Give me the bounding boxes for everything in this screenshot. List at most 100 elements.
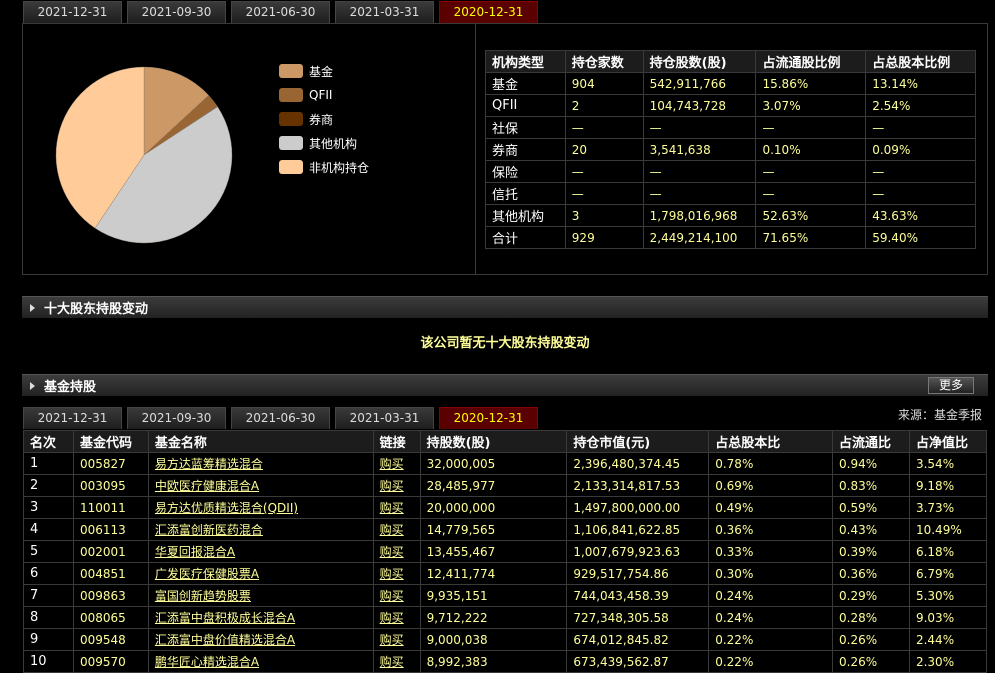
buy-link[interactable]: 购买 (380, 479, 404, 493)
table-cell: 9,935,151 (419, 584, 568, 607)
header-row: 机构类型 持仓家数 持仓股数(股) 占流通股比例 占总股本比例 (485, 50, 976, 73)
table-cell: 基金 (485, 72, 566, 95)
fund-name-link[interactable]: 富国创新趋势股票 (155, 589, 251, 603)
buy-link[interactable]: 购买 (380, 589, 404, 603)
table-row: 2 003095 中欧医疗健康混合A 购买 28,485,977 2,133,314,81… (23, 474, 988, 497)
fund-tab-2021-12-31[interactable]: 2021-12-31 (23, 407, 122, 429)
fund-tab-2020-12-31[interactable]: 2020-12-31 (439, 407, 538, 429)
table-cell: 20 (564, 138, 644, 161)
expand-triangle-icon (30, 381, 35, 390)
buy-link[interactable]: 购买 (380, 457, 404, 471)
table-cell: 0.69% (708, 474, 834, 497)
legend-item: 其他机构 (279, 131, 369, 155)
table-row: 合计 929 2,449,214,100 71.65% 59.40% (485, 226, 976, 249)
table-cell: 2,396,480,374.45 (566, 452, 710, 475)
table-cell: 10 (23, 650, 74, 673)
table-cell: 13,455,467 (419, 540, 568, 563)
column-header: 占流通股比例 (755, 50, 867, 73)
column-header: 链接 (372, 430, 421, 453)
legend-item: 券商 (279, 107, 369, 131)
fund-tab-2021-03-31[interactable]: 2021-03-31 (335, 407, 434, 429)
table-cell: — (755, 182, 867, 205)
table-cell: 59.40% (865, 226, 976, 249)
legend-swatch (279, 64, 303, 78)
table-row: 3 110011 易方达优质精选混合(QDII) 购买 20,000,000 1,497,… (23, 496, 988, 519)
table-cell: 0.29% (832, 584, 910, 607)
buy-link[interactable]: 购买 (380, 567, 404, 581)
fund-tab-2021-09-30[interactable]: 2021-09-30 (127, 407, 226, 429)
table-row: 10 009570 鹏华匠心精选混合A 购买 8,992,383 673,439,562.… (23, 650, 988, 673)
table-row: 4 006113 汇添富创新医药混合 购买 14,779,565 1,106,841,62… (23, 518, 988, 541)
table-cell: 信托 (485, 182, 566, 205)
table-row: 8 008065 汇添富中盘积极成长混合A 购买 9,712,222 727,348,30… (23, 606, 988, 629)
tab-2021-09-30[interactable]: 2021-09-30 (127, 1, 226, 23)
header-row: 名次 基金代码 基金名称 链接 持股数(股) 持仓市值(元) 占总股本比 占流通比 占净值比 (23, 430, 988, 453)
column-header: 持仓家数 (564, 50, 644, 73)
table-cell: 0.26% (832, 650, 910, 673)
table-cell: 110011 (72, 496, 149, 519)
fund-name-link[interactable]: 汇添富创新医药混合 (155, 523, 263, 537)
table-cell: 744,043,458.39 (566, 584, 710, 607)
column-header: 基金名称 (147, 430, 374, 453)
buy-link[interactable]: 购买 (380, 523, 404, 537)
table-cell: 7 (23, 584, 74, 607)
buy-link[interactable]: 购买 (380, 611, 404, 625)
fund-name-link[interactable]: 鹏华匠心精选混合A (155, 655, 259, 669)
table-cell: 004851 (72, 562, 149, 585)
fund-name-link[interactable]: 广发医疗保健股票A (155, 567, 259, 581)
fund-name-link[interactable]: 易方达蓝筹精选混合 (155, 457, 263, 471)
table-cell: 保险 (485, 160, 566, 183)
table-cell: 1,106,841,622.85 (566, 518, 710, 541)
table-cell: 9.18% (908, 474, 988, 497)
tab-2021-12-31[interactable]: 2021-12-31 (23, 1, 122, 23)
buy-link[interactable]: 购买 (380, 501, 404, 515)
table-cell: 9 (23, 628, 74, 651)
table-cell: 0.09% (865, 138, 976, 161)
fund-name-link[interactable]: 易方达优质精选混合(QDII) (155, 501, 298, 515)
table-cell: 0.24% (708, 606, 834, 629)
column-header: 持仓股数(股) (642, 50, 757, 73)
table-cell: 0.10% (755, 138, 867, 161)
section-top10-holders-change[interactable]: 十大股东持股变动 (22, 296, 988, 318)
table-cell: 6.18% (908, 540, 988, 563)
table-cell: 009863 (72, 584, 149, 607)
column-header: 占净值比 (908, 430, 988, 453)
column-header: 占总股本比 (708, 430, 834, 453)
table-cell: 727,348,305.58 (566, 606, 710, 629)
table-cell: 10.49% (908, 518, 988, 541)
column-header: 持仓市值(元) (566, 430, 710, 453)
fund-name-link[interactable]: 汇添富中盘积极成长混合A (155, 611, 295, 625)
table-cell: 0.30% (708, 562, 834, 585)
buy-link[interactable]: 购买 (380, 655, 404, 669)
fund-name-link[interactable]: 汇添富中盘价值精选混合A (155, 633, 295, 647)
table-row: 其他机构 3 1,798,016,968 52.63% 43.63% (485, 204, 976, 227)
section-fund-holdings[interactable]: 基金持股 更多 (22, 374, 988, 396)
table-cell: 2 (564, 94, 644, 117)
legend-label: 券商 (309, 112, 334, 127)
fund-tab-2021-06-30[interactable]: 2021-06-30 (231, 407, 330, 429)
column-header: 占总股本比例 (865, 50, 976, 73)
buy-link[interactable]: 购买 (380, 545, 404, 559)
table-cell: 券商 (485, 138, 566, 161)
table-cell: 0.59% (832, 496, 910, 519)
table-cell: 1,798,016,968 (642, 204, 757, 227)
table-cell: 0.36% (832, 562, 910, 585)
table-cell: 2,133,314,817.53 (566, 474, 710, 497)
table-cell: — (865, 116, 976, 139)
table-cell: 0.24% (708, 584, 834, 607)
buy-link[interactable]: 购买 (380, 633, 404, 647)
section-title: 基金持股 (44, 380, 97, 395)
tab-2020-12-31[interactable]: 2020-12-31 (439, 1, 538, 23)
fund-holdings-table: 名次 基金代码 基金名称 链接 持股数(股) 持仓市值(元) 占总股本比 占流通比 占净值比 1 0… (23, 430, 988, 673)
more-button[interactable]: 更多 (928, 377, 974, 394)
table-cell: 社保 (485, 116, 566, 139)
tab-2021-03-31[interactable]: 2021-03-31 (335, 1, 434, 23)
legend-swatch (279, 88, 303, 102)
table-cell: — (865, 182, 976, 205)
table-row: 社保 — — — — (485, 116, 976, 139)
tab-2021-06-30[interactable]: 2021-06-30 (231, 1, 330, 23)
fund-name-link[interactable]: 华夏回报混合A (155, 545, 235, 559)
table-cell: 8 (23, 606, 74, 629)
fund-name-link[interactable]: 中欧医疗健康混合A (155, 479, 259, 493)
legend-label: QFII (309, 88, 333, 102)
